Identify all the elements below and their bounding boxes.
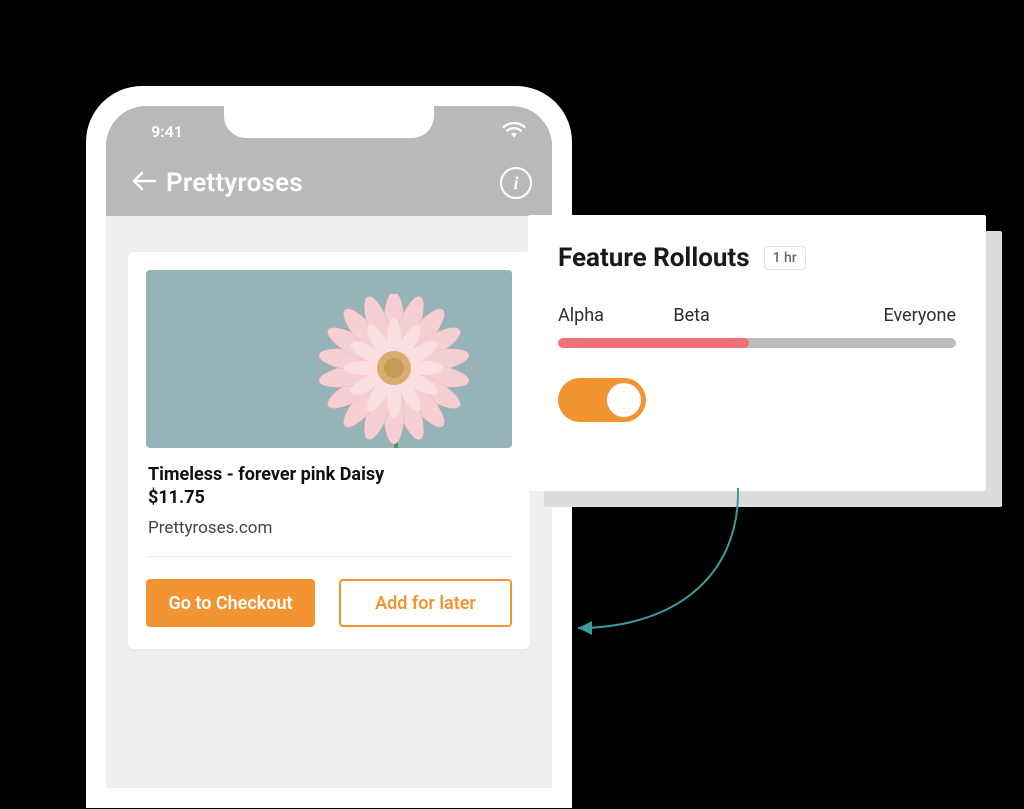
feature-toggle[interactable]	[558, 378, 646, 422]
rollout-progress-bar[interactable]	[558, 338, 956, 348]
product-actions: Go to Checkout Add for later	[146, 579, 512, 627]
status-time: 9:41	[132, 122, 202, 141]
add-for-later-button[interactable]: Add for later	[339, 579, 512, 627]
feature-rollouts-popover: Feature Rollouts 1 hr Alpha Beta Everyon…	[528, 215, 986, 491]
status-wifi	[456, 120, 526, 142]
phone-frame: 9:41	[86, 86, 572, 808]
popover-header: Feature Rollouts 1 hr	[558, 243, 956, 273]
product-name: Timeless - forever pink Daisy	[148, 464, 510, 485]
back-button[interactable]	[126, 165, 162, 201]
popover-time-badge: 1 hr	[764, 246, 806, 270]
product-info: Timeless - forever pink Daisy $11.75 Pre…	[146, 448, 512, 557]
product-price: $11.75	[148, 487, 510, 508]
phone-notch	[224, 106, 434, 138]
product-image	[146, 270, 512, 448]
popover-title: Feature Rollouts	[558, 243, 750, 273]
stage-alpha-label: Alpha	[558, 305, 673, 326]
product-card: Timeless - forever pink Daisy $11.75 Pre…	[128, 252, 530, 649]
stage-beta-label: Beta	[673, 305, 883, 326]
phone-screen: 9:41	[106, 106, 552, 788]
product-domain: Prettyroses.com	[148, 518, 510, 538]
stage-everyone-label: Everyone	[883, 305, 956, 326]
flower-icon	[314, 294, 474, 448]
app-title: Prettyroses	[166, 168, 500, 198]
title-bar: Prettyroses i	[106, 156, 552, 216]
toggle-knob	[607, 383, 641, 417]
rollout-stage-labels: Alpha Beta Everyone	[558, 305, 956, 326]
rollout-progress-fill	[558, 338, 749, 348]
info-button[interactable]: i	[500, 167, 532, 199]
wifi-icon	[502, 120, 526, 142]
checkout-button[interactable]: Go to Checkout	[146, 579, 315, 627]
info-icon: i	[513, 174, 518, 192]
arrow-left-icon	[131, 171, 157, 195]
